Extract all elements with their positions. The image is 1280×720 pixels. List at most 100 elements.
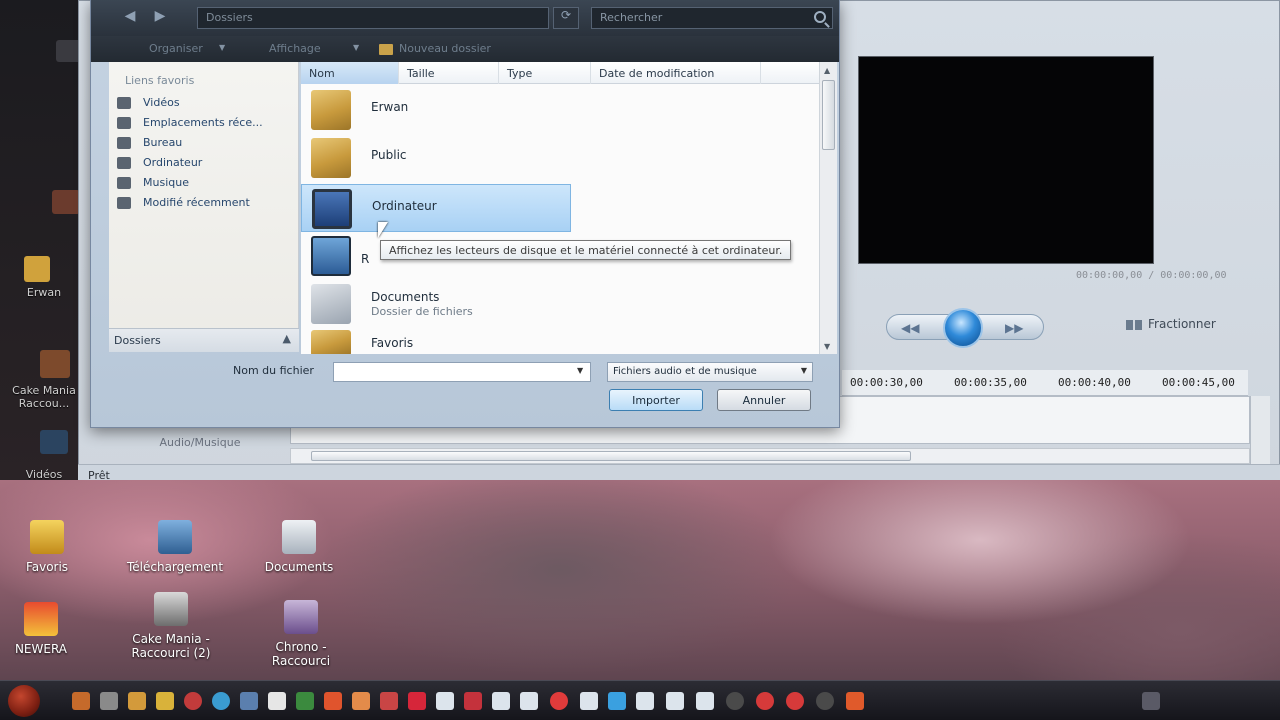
scrollbar-thumb[interactable]	[311, 451, 911, 461]
video-icon	[117, 97, 131, 109]
taskbar-app-icon[interactable]	[816, 692, 834, 710]
file-subtitle: Dossier de fichiers	[371, 305, 473, 318]
taskbar-app-icon[interactable]	[726, 692, 744, 710]
start-button[interactable]	[8, 685, 40, 717]
folder-icon	[311, 138, 351, 178]
scroll-down-icon[interactable]: ▼	[824, 342, 830, 351]
scrollbar-thumb[interactable]	[822, 80, 835, 150]
path-field[interactable]: Dossiers	[197, 7, 549, 29]
next-frame-icon[interactable]: ▶▶	[1005, 321, 1023, 335]
dialog-toolbar: Organiser ▼ Affichage ▼ Nouveau dossier	[91, 36, 839, 62]
taskbar-app-icon[interactable]	[156, 692, 174, 710]
taskbar-app-icon[interactable]	[100, 692, 118, 710]
desktop-icon-documents[interactable]: Documents	[244, 520, 354, 574]
import-button[interactable]: Importer	[609, 389, 703, 411]
taskbar-app-icon[interactable]	[212, 692, 230, 710]
timeline-vertical-scrollbar[interactable]	[1250, 396, 1270, 464]
notification-area-icon[interactable]	[1142, 692, 1160, 710]
file-row[interactable]: Erwan	[301, 86, 811, 134]
file-name: Ordinateur	[372, 199, 437, 213]
folders-label: Dossiers	[114, 334, 161, 347]
desktop-icon-label: Cake Mania - Raccourci (2)	[131, 632, 211, 660]
play-button[interactable]	[943, 308, 983, 348]
chevron-down-icon: ▼	[800, 366, 807, 375]
taskbar-app-icon[interactable]	[580, 692, 598, 710]
taskbar-app-icon[interactable]	[608, 692, 626, 710]
taskbar-app-icon[interactable]	[696, 692, 714, 710]
column-header-name[interactable]: Nom	[301, 62, 399, 84]
taskbar-app-icon[interactable]	[666, 692, 684, 710]
file-name: Public	[371, 148, 407, 162]
taskbar-app-icon[interactable]	[408, 692, 426, 710]
sidebar-item-recently-changed[interactable]: Modifié récemment	[117, 196, 293, 214]
search-placeholder: Rechercher	[600, 11, 663, 24]
taskbar-app-icon[interactable]	[492, 692, 510, 710]
column-headers: Nom Taille Type Date de modification	[301, 62, 821, 84]
column-header-size[interactable]: Taille	[399, 62, 499, 84]
new-folder-button[interactable]: Nouveau dossier	[379, 42, 491, 55]
refresh-button[interactable]: ⟳	[553, 7, 579, 29]
timeline-scrollbar[interactable]	[290, 448, 1250, 464]
sidebar-item-computer[interactable]: Ordinateur	[117, 156, 293, 174]
desktop-icon-cake-mania[interactable]: Cake Mania - Raccourci (2)	[116, 592, 226, 660]
network-icon	[311, 236, 351, 276]
sidebar-item-recent-places[interactable]: Emplacements réce...	[117, 116, 293, 134]
app-icon[interactable]	[52, 190, 80, 214]
sidebar-item-desktop[interactable]: Bureau	[117, 136, 293, 154]
views-menu[interactable]: Affichage	[269, 42, 321, 55]
column-header-date[interactable]: Date de modification	[591, 62, 761, 84]
organize-menu[interactable]: Organiser	[149, 42, 203, 55]
back-arrow-icon[interactable]: ◀	[119, 8, 141, 28]
scroll-up-icon[interactable]: ▲	[824, 66, 830, 75]
sidebar-item-music[interactable]: Musique	[117, 176, 293, 194]
taskbar-app-icon[interactable]	[846, 692, 864, 710]
folders-toggle[interactable]: Dossiers ▲	[109, 328, 299, 352]
file-row[interactable]: Favoris	[301, 326, 811, 354]
recent-places-icon	[117, 117, 131, 129]
taskbar-app-icon[interactable]	[324, 692, 342, 710]
taskbar-app-icon[interactable]	[240, 692, 258, 710]
sidebar-item-videos[interactable]: Vidéos	[117, 96, 293, 114]
file-row[interactable]: Documents Dossier de fichiers	[301, 280, 811, 328]
desktop-icon-telechargement[interactable]: Téléchargement	[120, 520, 230, 574]
filename-input[interactable]	[333, 362, 591, 382]
taskbar-app-icon[interactable]	[464, 692, 482, 710]
cake-mania-icon[interactable]	[40, 350, 70, 378]
documents-icon	[282, 520, 316, 554]
chevron-down-icon[interactable]: ▼	[577, 366, 583, 375]
cancel-button[interactable]: Annuler	[717, 389, 811, 411]
file-row-selected[interactable]: Ordinateur	[301, 184, 571, 232]
column-header-type[interactable]: Type	[499, 62, 591, 84]
timeline-tick: 00:00:40,00	[1058, 376, 1131, 389]
taskbar-app-icon[interactable]	[296, 692, 314, 710]
search-icon[interactable]	[814, 11, 826, 23]
taskbar-app-icon[interactable]	[72, 692, 90, 710]
taskbar-app-icon[interactable]	[756, 692, 774, 710]
search-input[interactable]: Rechercher	[591, 7, 833, 29]
video-icon[interactable]	[40, 430, 68, 454]
taskbar-app-icon[interactable]	[436, 692, 454, 710]
shortcut-icon	[284, 600, 318, 634]
taskbar-app-icon[interactable]	[352, 692, 370, 710]
previous-frame-icon[interactable]: ◀◀	[901, 321, 919, 335]
desktop-icon-favoris[interactable]: Favoris	[0, 520, 102, 574]
navigation-pane: Liens favoris Vidéos Emplacements réce..…	[109, 62, 299, 352]
taskbar	[0, 680, 1280, 720]
taskbar-app-icon[interactable]	[380, 692, 398, 710]
taskbar-app-icon[interactable]	[184, 692, 202, 710]
desktop-icon-chrono[interactable]: Chrono - Raccourci	[246, 600, 356, 668]
taskbar-app-icon[interactable]	[550, 692, 568, 710]
folder-icon[interactable]	[24, 256, 50, 282]
file-list-scrollbar[interactable]: ▲ ▼	[819, 62, 837, 354]
taskbar-app-icon[interactable]	[636, 692, 654, 710]
desktop-icon-newera[interactable]: NEWERA	[0, 602, 96, 656]
forward-arrow-icon[interactable]: ▶	[149, 8, 171, 28]
chevron-up-icon[interactable]: ▲	[283, 332, 291, 345]
taskbar-app-icon[interactable]	[268, 692, 286, 710]
taskbar-app-icon[interactable]	[520, 692, 538, 710]
file-type-select[interactable]: Fichiers audio et de musique ▼	[607, 362, 813, 382]
split-button[interactable]: Fractionner	[1126, 317, 1216, 331]
file-row[interactable]: Public	[301, 134, 811, 182]
taskbar-app-icon[interactable]	[786, 692, 804, 710]
taskbar-app-icon[interactable]	[128, 692, 146, 710]
